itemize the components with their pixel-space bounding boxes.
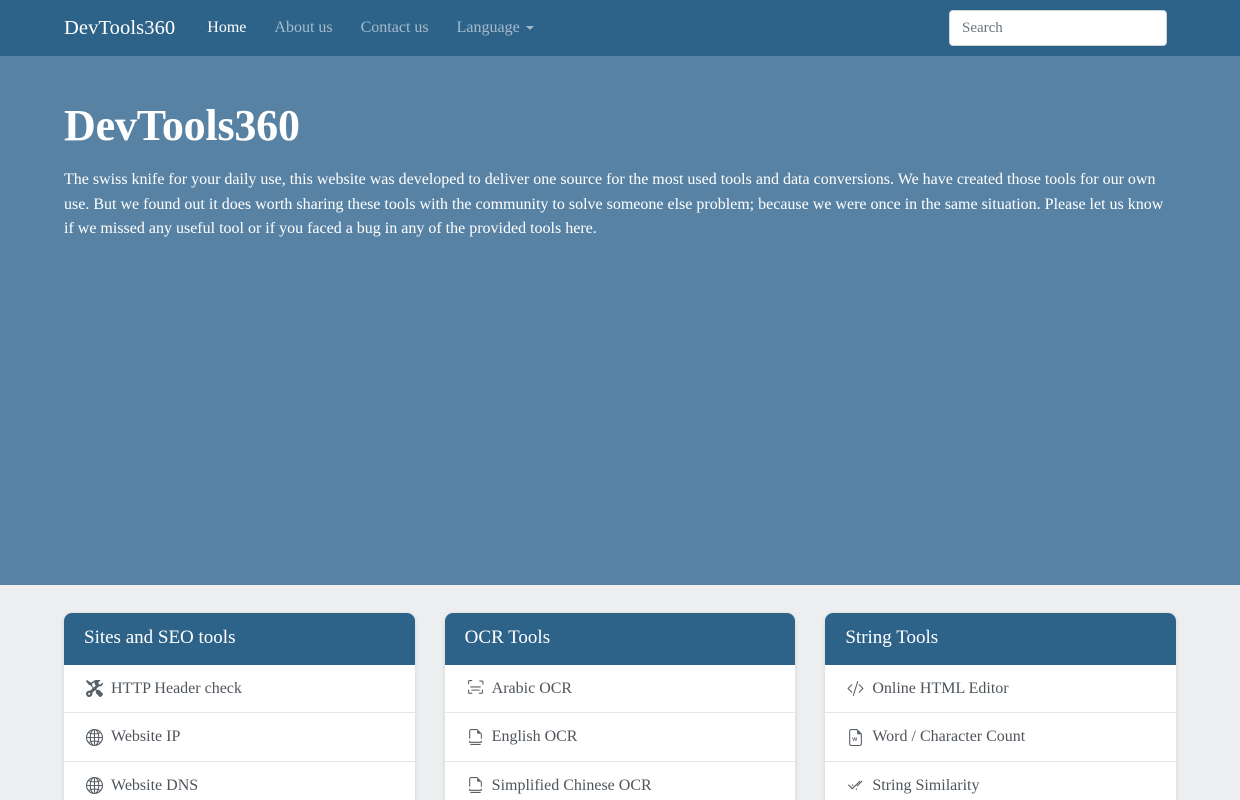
file-word-icon <box>847 729 864 746</box>
scan-document-icon <box>467 680 484 697</box>
tool-card: OCR Tools Arabic OCR English OCR Simplified… <box>445 613 796 800</box>
tool-list-item[interactable]: English OCR <box>445 712 796 761</box>
code-slash-icon <box>847 680 864 697</box>
tool-list-item[interactable]: Simplified Chinese OCR <box>445 761 796 800</box>
search-input[interactable] <box>949 10 1167 46</box>
tool-card: Sites and SEO tools HTTP Header check Webs… <box>64 613 415 800</box>
nav-links: Home About us Contact us Language <box>193 11 547 45</box>
nav-link-label: Language <box>457 19 520 37</box>
tool-list: Online HTML Editor Word / Character Count… <box>825 665 1176 800</box>
tool-card-title: OCR Tools <box>445 613 796 665</box>
tool-list-item[interactable]: Arabic OCR <box>445 665 796 713</box>
tool-list-item-label: HTTP Header check <box>111 678 242 700</box>
top-navbar: DevTools360 Home About us Contact us Langua… <box>0 0 1240 56</box>
tool-list-item-label: Website DNS <box>111 775 198 797</box>
tool-list-item-label: Website IP <box>111 726 180 748</box>
tool-list-item[interactable]: HTTP Header check <box>64 665 415 713</box>
brand-logo[interactable]: DevTools360 <box>64 17 175 40</box>
double-check-icon <box>847 777 864 794</box>
tool-list-item[interactable]: Word / Character Count <box>825 712 1176 761</box>
nav-link-about-us[interactable]: About us <box>260 11 346 45</box>
tool-list: HTTP Header check Website IP Website DNS <box>64 665 415 800</box>
tool-list-item[interactable]: String Similarity <box>825 761 1176 800</box>
tool-card-title: String Tools <box>825 613 1176 665</box>
file-scan-icon <box>467 729 484 746</box>
search-container <box>949 10 1167 46</box>
nav-link-label: Contact us <box>361 19 429 37</box>
tool-list-item[interactable]: Website IP <box>64 712 415 761</box>
tool-list-item-label: Word / Character Count <box>872 726 1025 748</box>
tool-list-item-label: Arabic OCR <box>492 678 572 700</box>
nav-link-label: About us <box>274 19 332 37</box>
hero-section: DevTools360 The swiss knife for your dai… <box>0 56 1240 585</box>
tool-list: Arabic OCR English OCR Simplified Chinese … <box>445 665 796 800</box>
chevron-down-icon <box>526 26 534 30</box>
nav-link-contact-us[interactable]: Contact us <box>347 11 443 45</box>
tool-categories-section: Sites and SEO tools HTTP Header check Webs… <box>0 585 1240 800</box>
nav-link-label: Home <box>207 19 246 37</box>
globe-icon <box>86 729 103 746</box>
nav-link-language[interactable]: Language <box>443 11 548 45</box>
hero-description: The swiss knife for your daily use, this… <box>64 168 1166 241</box>
tool-list-item[interactable]: Website DNS <box>64 761 415 800</box>
tool-cards-row: Sites and SEO tools HTTP Header check Webs… <box>64 613 1176 800</box>
tool-list-item-label: String Similarity <box>872 775 979 797</box>
tool-card: String Tools Online HTML Editor Word / Cha… <box>825 613 1176 800</box>
tool-card-title: Sites and SEO tools <box>64 613 415 665</box>
nav-link-home[interactable]: Home <box>193 11 260 45</box>
tool-list-item-label: Online HTML Editor <box>872 678 1008 700</box>
tool-list-item-label: Simplified Chinese OCR <box>492 775 652 797</box>
file-scan-icon <box>467 777 484 794</box>
tool-list-item-label: English OCR <box>492 726 578 748</box>
page-title: DevTools360 <box>64 56 1176 150</box>
globe-icon <box>86 777 103 794</box>
tool-list-item[interactable]: Online HTML Editor <box>825 665 1176 713</box>
tools-icon <box>86 680 103 697</box>
